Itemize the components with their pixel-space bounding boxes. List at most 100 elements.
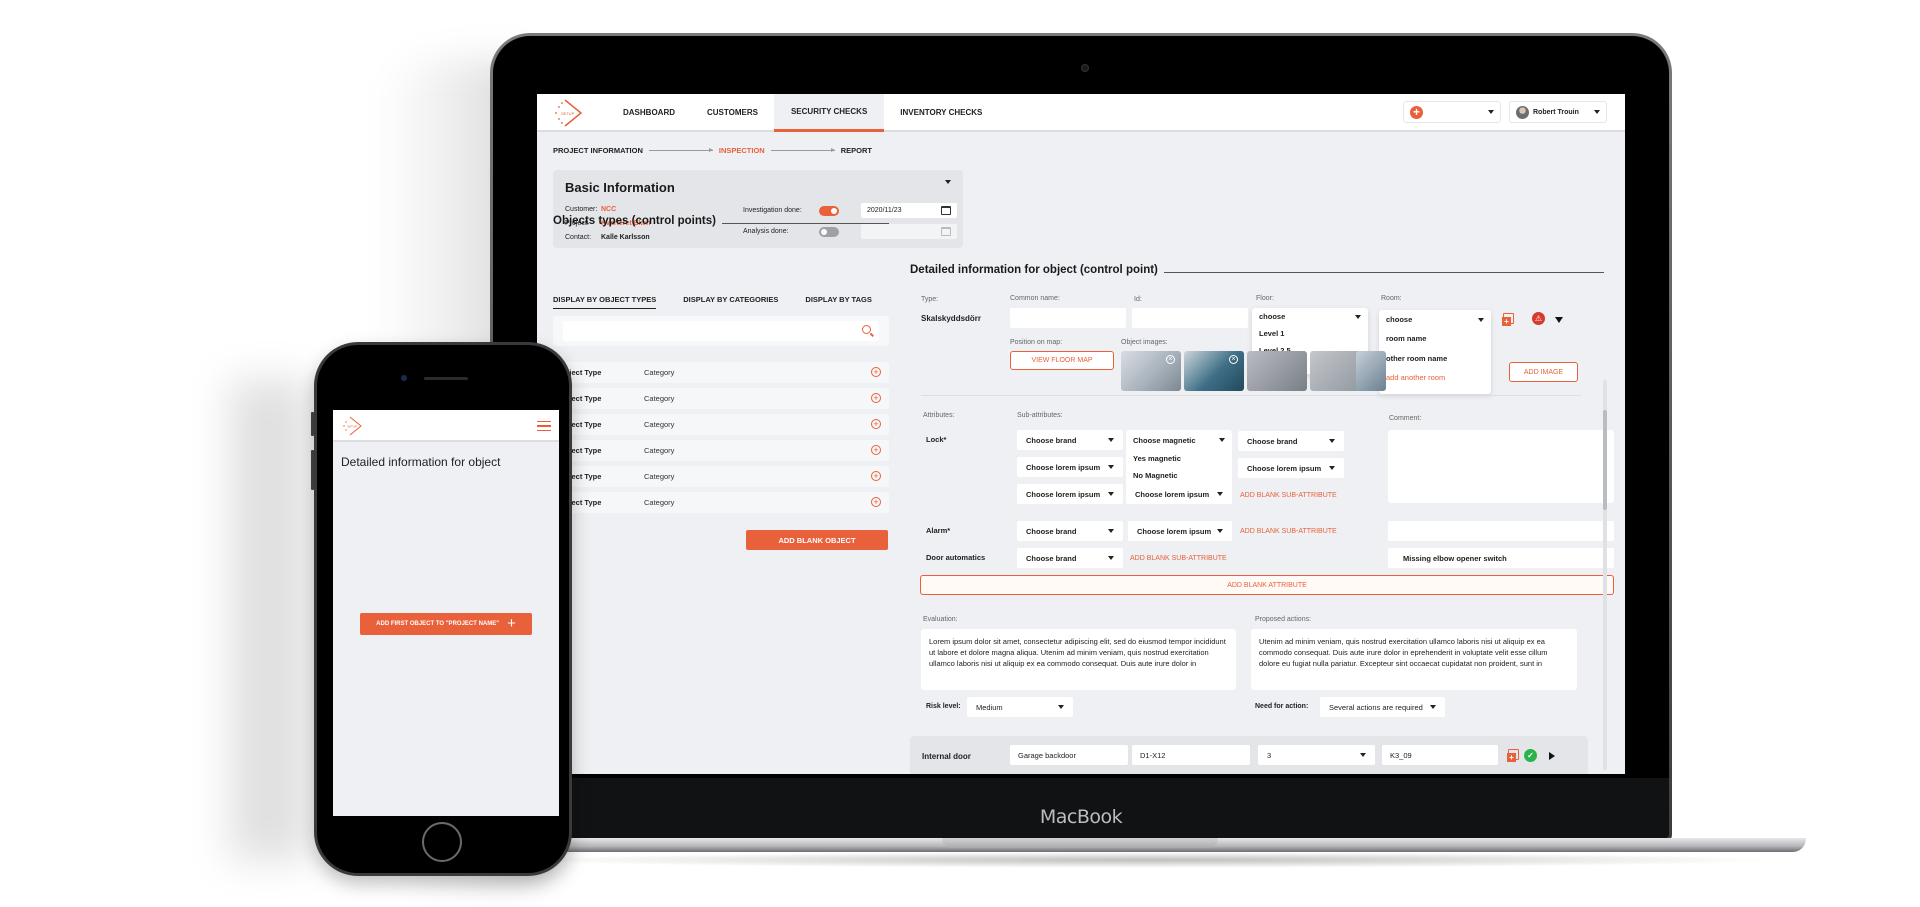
setup-logo-icon[interactable]: SETUP — [551, 98, 587, 128]
remove-image-icon[interactable]: × — [1166, 355, 1175, 364]
object-images-label: Object images: — [1121, 339, 1168, 346]
collapse-arrow-icon[interactable] — [1555, 317, 1563, 323]
alarm-add-sub-attribute-link[interactable]: ADD BLANK SUB-ATTRIBUTE — [1240, 528, 1337, 535]
floor-option[interactable]: Level 1 — [1252, 325, 1368, 342]
object-category: Category — [644, 446, 675, 455]
object-image-thumbnail[interactable]: × — [1121, 351, 1181, 391]
magnetic-option[interactable]: Yes magnetic — [1126, 450, 1232, 467]
object-image-thumbnail[interactable] — [1356, 351, 1386, 391]
add-blank-object-button[interactable]: ADD BLANK OBJECT — [746, 530, 888, 550]
nav-security-checks[interactable]: SECURITY CHECKS — [773, 94, 885, 132]
add-circle-icon[interactable]: + — [871, 367, 881, 377]
list-item[interactable]: Object Type Category + — [553, 440, 889, 461]
add-circle-icon[interactable]: + — [871, 393, 881, 403]
door-add-sub-attribute-link[interactable]: ADD BLANK SUB-ATTRIBUTE — [1130, 555, 1227, 562]
collapsed-object-row[interactable]: Internal door Garage backdoor D1-X12 3 K… — [910, 736, 1588, 774]
object-search-input[interactable] — [563, 321, 879, 341]
remove-image-icon[interactable]: × — [1229, 355, 1238, 364]
list-item[interactable]: Object Type Category + — [553, 492, 889, 513]
common-name-input[interactable] — [1010, 308, 1126, 328]
lock-brand-select-2[interactable]: Choose brand — [1238, 431, 1344, 451]
door-automatics-comment-input[interactable]: Missing elbow opener switch — [1388, 548, 1614, 568]
list-item[interactable]: Object Type Category + — [553, 388, 889, 409]
select-value: Choose lorem ipsum — [1247, 463, 1322, 473]
duplicate-icon[interactable] — [1502, 313, 1514, 326]
alarm-comment-input[interactable] — [1388, 521, 1614, 541]
alarm-brand-select[interactable]: Choose brand — [1017, 521, 1123, 541]
arrow-right-icon — [648, 148, 713, 152]
check-circle-icon: ✓ — [1524, 749, 1537, 762]
add-circle-icon[interactable]: + — [871, 497, 881, 507]
list-item[interactable]: Object Type Category + — [553, 362, 889, 383]
magnetic-option[interactable]: No Magnetic — [1126, 467, 1232, 484]
add-blank-attribute-button[interactable]: ADD BLANK ATTRIBUTE — [920, 575, 1614, 595]
add-circle-icon[interactable]: + — [871, 419, 881, 429]
object-image-thumbnail[interactable]: × — [1184, 351, 1244, 391]
phone-body: SETUP Detailed information for object AD… — [317, 345, 569, 873]
lock-sub-select[interactable]: Choose lorem ipsum — [1126, 484, 1232, 504]
evaluation-label: Evaluation: — [923, 616, 958, 623]
need-for-action-select[interactable]: Several actions are required — [1320, 697, 1445, 717]
object-image-thumbnail[interactable] — [1247, 351, 1307, 391]
breadcrumb-step-project-information[interactable]: PROJECT INFORMATION — [553, 146, 643, 155]
proposed-actions-textarea[interactable]: Utenim ad minim veniam, quis nostrud exe… — [1251, 629, 1577, 690]
room-option[interactable]: other room name — [1379, 348, 1491, 368]
select-value: Choose magnetic — [1133, 435, 1196, 445]
tab-display-by-categories[interactable]: DISPLAY BY CATEGORIES — [683, 295, 778, 309]
customer-link[interactable]: NCC — [601, 206, 616, 213]
scrollbar-thumb[interactable] — [1603, 410, 1607, 510]
add-circle-icon[interactable]: + — [871, 471, 881, 481]
nav-dashboard[interactable]: DASHBOARD — [607, 94, 691, 130]
contact-value: Kalle Karlsson — [601, 233, 650, 241]
tab-display-by-object-types[interactable]: DISPLAY BY OBJECT TYPES — [553, 295, 657, 309]
object-type-name: Object Type — [559, 368, 602, 377]
duplicate-icon[interactable] — [1507, 749, 1519, 762]
object-common-name-input[interactable]: Garage backdoor — [1010, 745, 1128, 765]
object-types-title-row: Objects types (control points) — [553, 215, 889, 227]
room-option[interactable]: room name — [1379, 329, 1491, 348]
id-input[interactable] — [1132, 308, 1248, 328]
add-circle-icon[interactable]: + — [871, 445, 881, 455]
list-item[interactable]: Object Type Category + — [553, 414, 889, 435]
lock-brand-select[interactable]: Choose brand — [1017, 430, 1123, 450]
nav-customers[interactable]: CUSTOMERS — [691, 94, 774, 130]
add-first-object-button[interactable]: ADD FIRST OBJECT TO "PROJECT NAME" + — [360, 613, 532, 635]
analysis-done-toggle[interactable] — [819, 226, 839, 237]
select-value: Choose lorem ipsum — [1026, 462, 1101, 472]
attribute-lock-label: Lock* — [926, 435, 947, 444]
lock-sub-select[interactable]: Choose lorem ipsum — [1017, 484, 1123, 504]
risk-level-select[interactable]: Medium — [967, 697, 1073, 717]
hamburger-menu-icon[interactable] — [537, 421, 551, 431]
chevron-down-icon — [1329, 439, 1335, 443]
mobile-top-bar: SETUP — [333, 410, 559, 442]
tab-display-by-tags[interactable]: DISPLAY BY TAGS — [805, 295, 871, 309]
evaluation-textarea[interactable]: Lorem ipsum dolor sit amet, consectetur … — [921, 629, 1236, 690]
add-another-room-option[interactable]: add another room — [1379, 368, 1491, 387]
warning-icon[interactable]: ⚠ — [1532, 312, 1545, 325]
detail-scrollbar[interactable] — [1603, 380, 1607, 770]
expand-arrow-icon[interactable] — [1549, 752, 1555, 760]
door-automatics-brand-select[interactable]: Choose brand — [1017, 548, 1123, 568]
list-item[interactable]: Object Type Category + — [553, 466, 889, 487]
breadcrumb-step-inspection[interactable]: INSPECTION — [719, 146, 765, 155]
breadcrumb-step-report[interactable]: REPORT — [841, 146, 872, 155]
chevron-down-icon — [1219, 438, 1225, 442]
investigation-done-toggle[interactable] — [819, 205, 839, 216]
lock-add-sub-attribute-link[interactable]: ADD BLANK SUB-ATTRIBUTE — [1240, 492, 1337, 499]
add-image-button[interactable]: ADD IMAGE — [1509, 362, 1578, 382]
lock-sub-select[interactable]: Choose lorem ipsum — [1017, 457, 1123, 477]
laptop-base-notch — [942, 838, 1218, 848]
setup-logo-icon[interactable]: SETUP — [341, 415, 363, 437]
search-icon[interactable] — [862, 325, 871, 334]
magnetic-select[interactable]: Choose magnetic — [1126, 430, 1232, 450]
alarm-sub-select[interactable]: Choose lorem ipsum — [1128, 521, 1232, 541]
object-id-input[interactable]: D1-X12 — [1132, 745, 1250, 765]
room-select[interactable]: choose — [1379, 310, 1491, 329]
object-floor-select[interactable]: 3 — [1258, 745, 1375, 765]
view-floor-map-button[interactable]: VIEW FLOOR MAP — [1010, 351, 1114, 370]
lock-comment-textarea[interactable] — [1388, 430, 1614, 503]
lock-sub-select-2[interactable]: Choose lorem ipsum — [1238, 458, 1344, 478]
floor-select[interactable]: choose — [1252, 308, 1368, 325]
phone: SETUP Detailed information for object AD… — [314, 342, 572, 876]
object-room-input[interactable]: K3_09 — [1382, 745, 1498, 765]
